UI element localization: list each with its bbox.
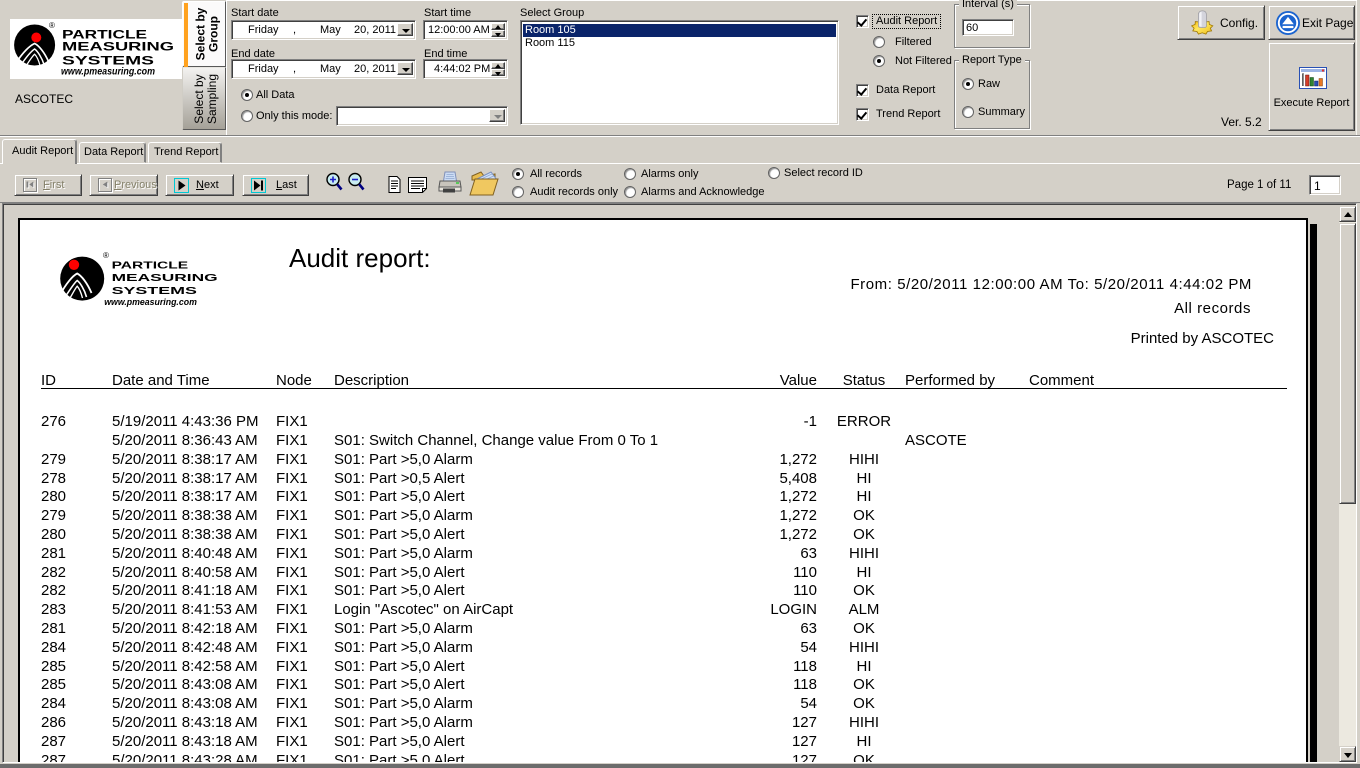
svg-text:MEASURING: MEASURING — [62, 42, 174, 54]
svg-text:www.pmeasuring.com: www.pmeasuring.com — [61, 67, 155, 78]
svg-text:SYSTEMS: SYSTEMS — [112, 285, 197, 297]
svg-text:PARTICLE: PARTICLE — [112, 260, 189, 272]
svg-text:®: ® — [103, 251, 109, 260]
svg-text:PARTICLE: PARTICLE — [62, 30, 147, 42]
svg-text:MEASURING: MEASURING — [112, 272, 218, 284]
svg-text:www.pmeasuring.com: www.pmeasuring.com — [104, 297, 197, 308]
svg-text:®: ® — [49, 21, 55, 30]
